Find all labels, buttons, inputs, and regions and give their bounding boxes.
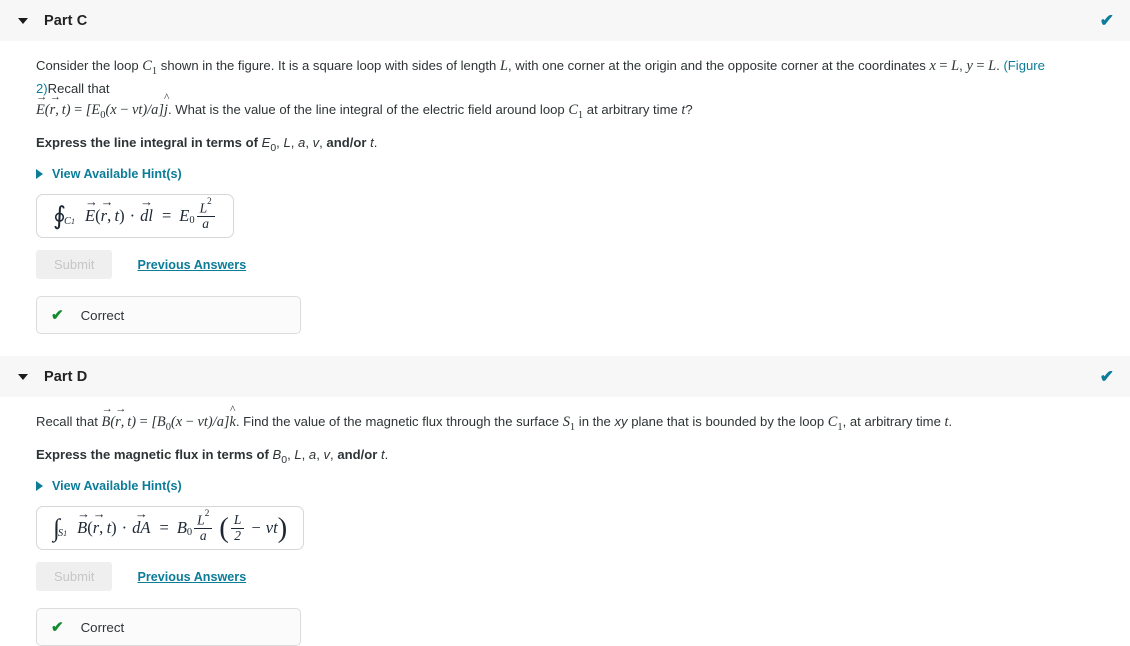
check-icon: ✔	[51, 306, 64, 324]
check-icon: ✔	[51, 618, 64, 636]
check-icon: ✔	[1099, 11, 1114, 30]
math-C1: C1	[142, 58, 158, 77]
part-body-c: Consider the loop C1 shown in the figure…	[0, 41, 1130, 356]
math-x-equals-L: x = L	[929, 58, 960, 74]
express-instruction-d: Express the magnetic flux in terms of B0…	[36, 447, 389, 466]
feedback-correct-d: ✔ Correct	[36, 608, 301, 646]
math-r-vector: r	[101, 196, 108, 226]
math-B-field-equation: B(r, t) = [B0(x − vt)/a]k	[102, 404, 237, 433]
fraction-L2-over-a: L2 a	[194, 508, 213, 543]
math-C1: C1	[568, 102, 584, 121]
dot-operator: ·	[121, 518, 128, 537]
hints-label[interactable]: View Available Hint(s)	[52, 167, 182, 181]
prompt-text: , with one corner at the origin and the …	[507, 58, 930, 73]
problem-statement-d: Recall that B(r, t) = [B0(x − vt)/a]k. F…	[36, 397, 1046, 434]
caret-down-icon[interactable]	[18, 373, 28, 380]
math-B-vector: B	[77, 508, 87, 538]
feedback-text: Correct	[80, 619, 125, 635]
fraction-L-over-2: L 2	[230, 513, 245, 543]
prompt-text: , at arbitrary time	[842, 414, 945, 429]
equals-sign: =	[161, 206, 172, 225]
caret-right-icon[interactable]	[36, 169, 43, 179]
express-label: Express the line integral in terms of	[36, 135, 262, 150]
math-r-vector: r	[93, 508, 100, 538]
prompt-text: . Find the value of the magnetic flux th…	[235, 414, 563, 429]
prompt-text: ?	[685, 102, 693, 117]
dot-operator: ·	[129, 206, 136, 225]
view-hints-d[interactable]: View Available Hint(s)	[36, 479, 1130, 493]
math-C1: C1	[827, 414, 843, 433]
part-title: Part D	[44, 368, 88, 385]
submit-button[interactable]: Submit	[36, 250, 113, 279]
caret-right-icon[interactable]	[36, 481, 43, 491]
fraction-L2-over-a: L2 a	[196, 196, 215, 231]
express-label: Express the magnetic flux in terms of	[36, 447, 273, 462]
prompt-text: Recall that	[36, 414, 102, 429]
math-S1: S1	[562, 414, 576, 433]
express-variables: B0, L, a, v,	[272, 447, 334, 466]
prompt-text: .	[948, 414, 953, 429]
hints-label[interactable]: View Available Hint(s)	[52, 479, 182, 493]
prompt-text: . What is the value of the line integral…	[167, 102, 569, 117]
express-variables: E0, L, a, v,	[261, 135, 323, 154]
math-E-field-equation: E(r, t) = [E0(x − vt)/a]j	[36, 92, 168, 121]
math-dA-vector: dA	[132, 508, 151, 538]
prompt-text: at arbitrary time	[583, 102, 682, 117]
feedback-correct-c: ✔ Correct	[36, 296, 301, 334]
express-variable-t: t.	[370, 135, 378, 150]
right-paren: )	[277, 512, 288, 545]
math-vt: v	[265, 518, 274, 537]
part-title: Part C	[44, 12, 88, 29]
oint-subscript: C1	[64, 215, 76, 227]
math-dl-vector: dl	[140, 196, 153, 226]
problem-statement-c: Consider the loop C1 shown in the figure…	[36, 41, 1046, 122]
math-E0: E	[179, 206, 190, 225]
part-header-c[interactable]: Part C ✔	[0, 0, 1130, 41]
integral-subscript: S1	[57, 527, 68, 539]
part-header-d[interactable]: Part D ✔	[0, 356, 1130, 397]
prompt-text: plane that is bounded by the loop	[627, 414, 828, 429]
caret-down-icon[interactable]	[18, 17, 28, 24]
previous-answers-link[interactable]: Previous Answers	[137, 258, 246, 272]
math-y-equals-L: y = L	[966, 58, 997, 74]
math-B0: B	[176, 518, 187, 537]
left-paren: (	[219, 512, 229, 545]
math-xy: xy	[614, 414, 628, 429]
prompt-text: Consider the loop	[36, 58, 143, 73]
answer-box-c[interactable]: ∮C1 E(r, t) · dl = E0 L2 a	[36, 194, 234, 238]
math-L: L	[499, 58, 508, 74]
express-instruction-c: Express the line integral in terms of E0…	[36, 135, 378, 154]
answer-expression-d: ∫S1 B(r, t) · dA = B0 L2 a ( L 2 − vt )	[53, 508, 288, 545]
answer-expression-c: ∮C1 E(r, t) · dl = E0 L2 a	[53, 196, 217, 231]
math-E-vector: E	[85, 196, 95, 226]
feedback-text: Correct	[80, 307, 125, 323]
part-body-d: Recall that B(r, t) = [B0(x − vt)/a]k. F…	[0, 397, 1130, 646]
submit-row-c: Submit Previous Answers	[36, 250, 1130, 279]
answer-box-d[interactable]: ∫S1 B(r, t) · dA = B0 L2 a ( L 2 − vt )	[36, 506, 305, 550]
prompt-text: in the	[575, 414, 615, 429]
express-variable-t: t.	[380, 447, 389, 462]
view-hints-c[interactable]: View Available Hint(s)	[36, 167, 1130, 181]
check-icon: ✔	[1099, 367, 1114, 386]
minus-operator: −	[251, 518, 261, 537]
prompt-text: shown in the figure. It is a square loop…	[157, 58, 500, 73]
equals-sign: =	[159, 518, 169, 537]
